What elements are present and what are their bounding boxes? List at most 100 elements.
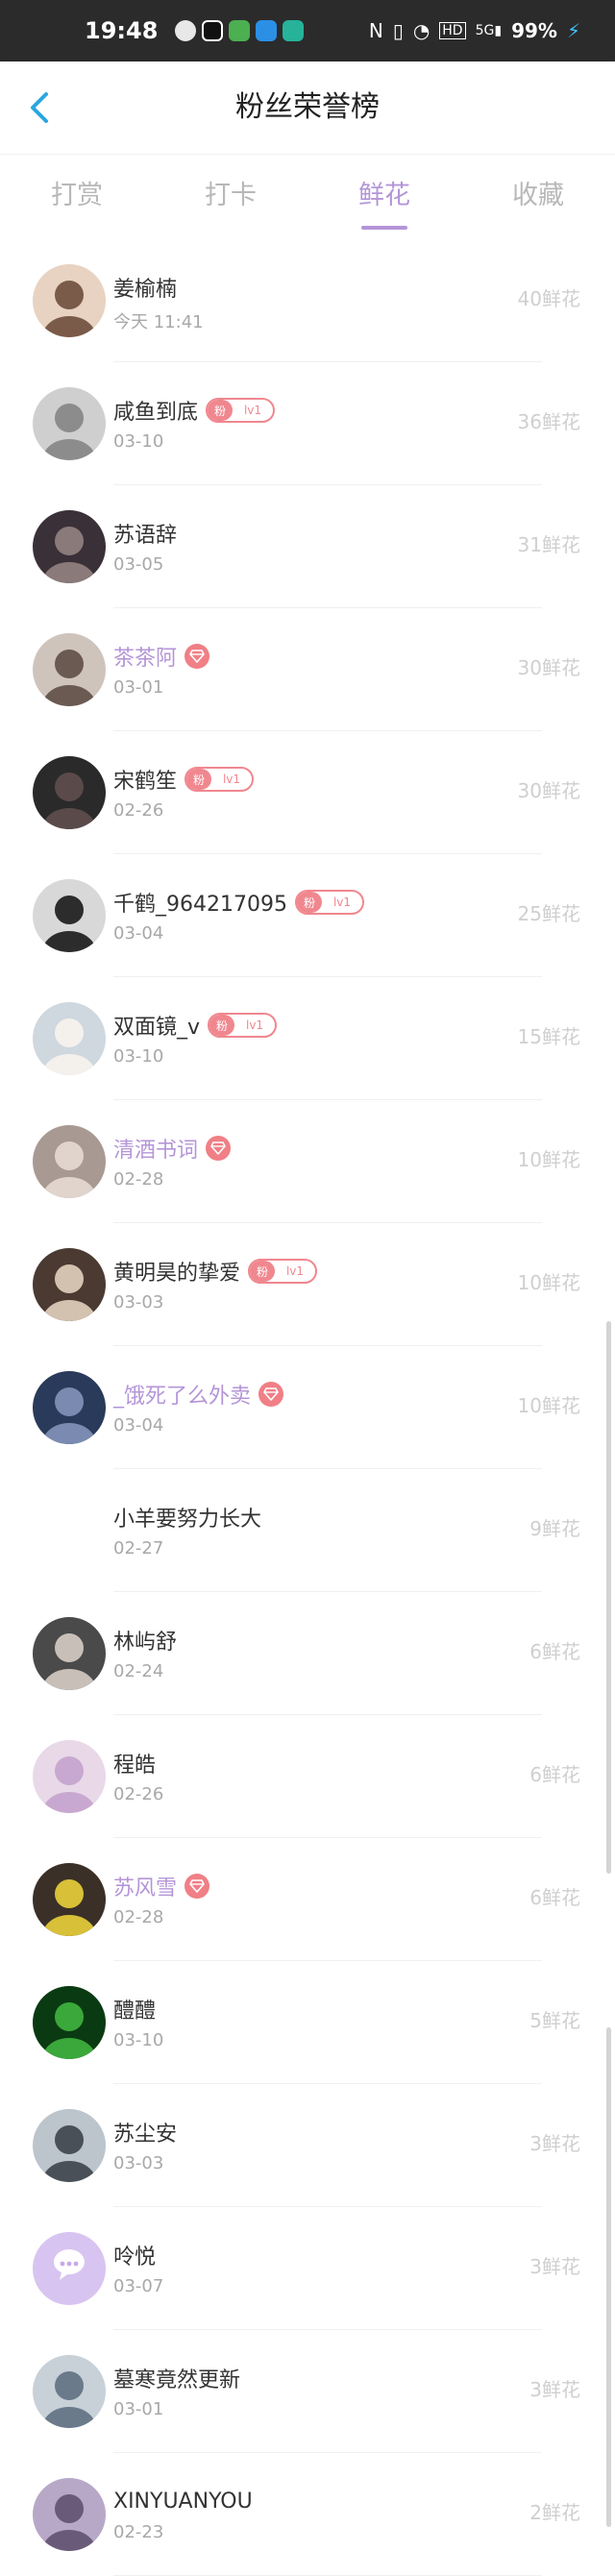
list-item[interactable]: 宋鹤笙粉 lv1 02-26 30鲜花	[0, 731, 615, 854]
name-line: _饿死了么外卖	[113, 1379, 284, 1410]
network-type: 5G	[475, 23, 495, 38]
list-item[interactable]: 小羊要努力长大 02-27 9鲜花	[0, 1469, 615, 1592]
app-notification-icon	[229, 20, 251, 41]
name-line: 醴醴	[113, 1994, 156, 2024]
list-item[interactable]: 姜榆楠 今天 11:41 40鲜花	[0, 239, 615, 362]
flower-count: 3鲜花	[529, 2255, 580, 2278]
flower-count: 6鲜花	[529, 1640, 580, 1663]
fan-level-badge: 粉 lv1	[294, 890, 364, 915]
fan-name[interactable]: 墓寒竟然更新	[113, 2363, 240, 2393]
fan-name[interactable]: 双面镜_v	[113, 1010, 200, 1041]
wifi-icon: ◔	[412, 19, 430, 42]
fan-name[interactable]: 苏风雪	[113, 1871, 177, 1901]
list-item[interactable]: 千鹤_964217095 粉 lv1 03-04 25鲜花	[0, 854, 615, 977]
fan-name[interactable]: 呤悦	[113, 2240, 156, 2270]
list-item[interactable]: 黄明昊的挚爱粉 lv1 03-03 10鲜花	[0, 1223, 615, 1346]
avatar[interactable]	[33, 1002, 106, 1075]
fan-name[interactable]: 宋鹤笙	[113, 764, 177, 795]
avatar[interactable]	[33, 2109, 106, 2182]
flower-count: 6鲜花	[529, 1886, 580, 1909]
fan-name[interactable]: 苏尘安	[113, 2117, 177, 2147]
fan-name[interactable]: 苏语辞	[113, 518, 177, 549]
avatar[interactable]	[33, 1494, 106, 1567]
avatar[interactable]	[33, 1248, 106, 1321]
fan-name[interactable]: 醴醴	[113, 1994, 156, 2024]
status-bar: 19:48 N ▯ ◔ HD 5G▮ 99% ⚡	[0, 0, 615, 61]
avatar[interactable]	[33, 2232, 106, 2305]
list-item[interactable]: XINYUANYOU 02-23 2鲜花	[0, 2453, 615, 2576]
avatar[interactable]	[33, 2478, 106, 2551]
fan-level-badge: 粉 lv1	[248, 1259, 318, 1284]
avatar[interactable]	[33, 879, 106, 952]
fan-level-badge: 粉 lv1	[208, 1013, 278, 1038]
avatar[interactable]	[33, 2355, 106, 2428]
list-item[interactable]: 苏风雪 02-28 6鲜花	[0, 1838, 615, 1961]
fan-name[interactable]: 黄明昊的挚爱	[113, 1256, 240, 1287]
status-time: 19:48	[85, 17, 159, 44]
avatar[interactable]	[33, 633, 106, 706]
list-item[interactable]: 程皓 02-26 6鲜花	[0, 1715, 615, 1838]
list-item[interactable]: 墓寒竟然更新 03-01 3鲜花	[0, 2330, 615, 2453]
fan-name[interactable]: _饿死了么外卖	[113, 1379, 251, 1410]
gift-date: 03-10	[113, 431, 164, 452]
fan-name[interactable]: 程皓	[113, 1748, 156, 1779]
fan-name[interactable]: 咸鱼到底	[113, 395, 198, 426]
top-bar: 粉丝荣誉榜	[0, 61, 615, 155]
list-item[interactable]: 林屿舒 02-24 6鲜花	[0, 1592, 615, 1715]
avatar[interactable]	[33, 264, 106, 337]
tab-checkin[interactable]: 打卡	[154, 155, 308, 239]
fan-badge-level: lv1	[243, 404, 262, 417]
flower-count: 3鲜花	[529, 2378, 580, 2401]
name-line: 呤悦	[113, 2240, 156, 2270]
tab-tips[interactable]: 打赏	[0, 155, 154, 239]
fan-name[interactable]: XINYUANYOU	[113, 2490, 253, 2514]
app-notification-icon	[283, 20, 305, 41]
flower-count: 10鲜花	[517, 1271, 580, 1294]
tab-flowers[interactable]: 鲜花	[308, 155, 461, 239]
list-item[interactable]: 苏语辞 03-05 31鲜花	[0, 485, 615, 608]
list-item[interactable]: 苏尘安 03-03 3鲜花	[0, 2084, 615, 2207]
gift-date: 03-01	[113, 677, 164, 698]
avatar[interactable]	[33, 510, 106, 583]
fan-name[interactable]: 清酒书词	[113, 1133, 198, 1164]
fan-name[interactable]: 千鹤_964217095	[113, 887, 287, 918]
list-item[interactable]: 茶茶阿 03-01 30鲜花	[0, 608, 615, 731]
fan-name[interactable]: 林屿舒	[113, 1625, 177, 1656]
gift-date: 03-03	[113, 1292, 164, 1313]
avatar[interactable]	[33, 1986, 106, 2059]
fan-badge-label: 粉	[296, 892, 322, 913]
list-item[interactable]: _饿死了么外卖 03-04 10鲜花	[0, 1346, 615, 1469]
name-line: 苏语辞	[113, 518, 177, 549]
name-line: 苏风雪	[113, 1871, 210, 1901]
avatar[interactable]	[33, 1371, 106, 1444]
list-item[interactable]: 醴醴 03-10 5鲜花	[0, 1961, 615, 2084]
vibrate-icon: ▯	[392, 19, 404, 42]
avatar[interactable]	[33, 1740, 106, 1813]
list-item[interactable]: 双面镜_v 粉 lv1 03-10 15鲜花	[0, 977, 615, 1100]
name-line: 黄明昊的挚爱粉 lv1	[113, 1256, 318, 1287]
gift-date: 02-28	[113, 1169, 164, 1190]
list-item[interactable]: 呤悦 03-07 3鲜花	[0, 2207, 615, 2330]
gift-date: 03-10	[113, 1046, 164, 1067]
flower-count: 6鲜花	[529, 1763, 580, 1786]
fan-badge-level: lv1	[222, 773, 241, 786]
scrollbar[interactable]	[606, 2027, 611, 2527]
avatar[interactable]	[33, 387, 106, 460]
avatar[interactable]	[33, 1617, 106, 1690]
fan-badge-label: 粉	[250, 1261, 276, 1282]
list-item[interactable]: 清酒书词 02-28 10鲜花	[0, 1100, 615, 1223]
fan-name[interactable]: 小羊要努力长大	[113, 1502, 261, 1533]
list-item[interactable]: 咸鱼到底粉 lv1 03-10 36鲜花	[0, 362, 615, 485]
flower-count: 10鲜花	[517, 1148, 580, 1171]
avatar[interactable]	[33, 1863, 106, 1936]
battery-level: 99%	[511, 19, 557, 42]
name-line: 姜榆楠	[113, 272, 177, 303]
tab-favorites[interactable]: 收藏	[461, 155, 615, 239]
avatar[interactable]	[33, 1125, 106, 1198]
app-notification-icon	[175, 20, 197, 41]
fan-name[interactable]: 茶茶阿	[113, 641, 177, 672]
fan-name[interactable]: 姜榆楠	[113, 272, 177, 303]
avatar[interactable]	[33, 756, 106, 829]
scrollbar[interactable]	[606, 1321, 611, 1874]
flower-count: 25鲜花	[517, 902, 580, 925]
